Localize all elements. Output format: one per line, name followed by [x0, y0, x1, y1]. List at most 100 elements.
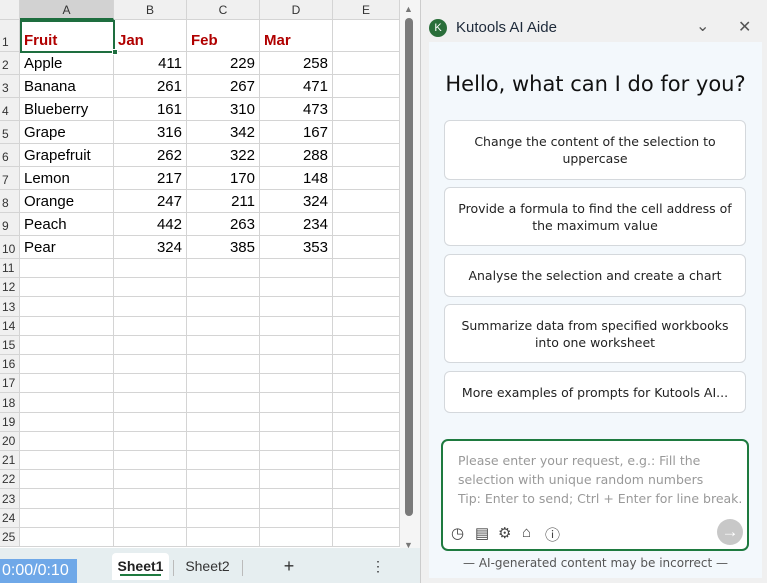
cell[interactable] [260, 259, 333, 279]
row-header[interactable]: 9 [0, 213, 20, 236]
cell[interactable]: 170 [187, 167, 260, 190]
cell[interactable]: Jan [114, 20, 187, 52]
row-header[interactable]: 6 [0, 144, 20, 167]
cell[interactable] [333, 489, 400, 509]
row-header[interactable]: 23 [0, 489, 20, 509]
cell[interactable] [114, 259, 187, 279]
send-button[interactable]: → [717, 519, 743, 545]
cell[interactable] [260, 451, 333, 471]
cell[interactable] [333, 20, 400, 52]
cell[interactable] [187, 431, 260, 451]
column-header-d[interactable]: D [260, 0, 333, 20]
cell[interactable] [333, 213, 400, 236]
cell[interactable]: 288 [260, 144, 333, 167]
row-header[interactable]: 10 [0, 236, 20, 259]
cell[interactable]: Grapefruit [20, 144, 114, 167]
cell[interactable]: 229 [187, 52, 260, 75]
cell[interactable]: 262 [114, 144, 187, 167]
cell[interactable] [20, 508, 114, 528]
cell[interactable] [114, 470, 187, 490]
cell[interactable]: 322 [187, 144, 260, 167]
cell[interactable] [20, 335, 114, 355]
cell[interactable]: 211 [187, 190, 260, 213]
history-icon[interactable]: ◷ [451, 524, 464, 542]
cell[interactable]: 316 [114, 121, 187, 144]
cell[interactable] [20, 316, 114, 336]
cell[interactable] [333, 52, 400, 75]
help-icon[interactable]: ⓘ [545, 524, 560, 545]
row-header[interactable]: 16 [0, 355, 20, 375]
cell[interactable] [20, 451, 114, 471]
cell[interactable] [260, 278, 333, 298]
cell[interactable] [20, 489, 114, 509]
cell[interactable]: Grape [20, 121, 114, 144]
row-header[interactable]: 19 [0, 412, 20, 432]
cell[interactable]: 310 [187, 98, 260, 121]
row-header[interactable]: 25 [0, 527, 20, 547]
cell[interactable] [187, 412, 260, 432]
cell[interactable] [114, 335, 187, 355]
cell[interactable] [333, 98, 400, 121]
cell[interactable] [333, 527, 400, 547]
cell[interactable] [260, 431, 333, 451]
cell[interactable] [333, 508, 400, 528]
row-header[interactable]: 5 [0, 121, 20, 144]
column-header-a[interactable]: A [20, 0, 114, 20]
cell[interactable] [333, 316, 400, 336]
cell[interactable] [333, 451, 400, 471]
cell[interactable] [114, 431, 187, 451]
cell[interactable]: Peach [20, 213, 114, 236]
add-sheet-button[interactable]: + [278, 553, 300, 580]
chevron-down-icon[interactable]: ⌄ [696, 16, 709, 36]
cell[interactable]: 161 [114, 98, 187, 121]
cell[interactable] [260, 508, 333, 528]
cell[interactable]: 167 [260, 121, 333, 144]
row-header[interactable]: 20 [0, 431, 20, 451]
cell[interactable] [20, 393, 114, 413]
row-header[interactable]: 24 [0, 508, 20, 528]
row-header[interactable]: 2 [0, 52, 20, 75]
cell[interactable] [20, 278, 114, 298]
cell[interactable] [333, 259, 400, 279]
cell[interactable] [260, 316, 333, 336]
cell[interactable] [114, 508, 187, 528]
cell[interactable] [333, 393, 400, 413]
archive-icon[interactable]: ▤ [475, 524, 489, 542]
cell[interactable] [333, 374, 400, 394]
cell[interactable]: 442 [114, 213, 187, 236]
cell[interactable] [333, 412, 400, 432]
cell[interactable]: 217 [114, 167, 187, 190]
cell[interactable] [333, 121, 400, 144]
cell[interactable] [114, 451, 187, 471]
row-header[interactable]: 4 [0, 98, 20, 121]
cell[interactable] [114, 393, 187, 413]
cell[interactable] [187, 316, 260, 336]
cell[interactable] [333, 278, 400, 298]
cell[interactable] [260, 335, 333, 355]
scroll-up-icon[interactable]: ▲ [404, 4, 413, 14]
row-header[interactable]: 11 [0, 259, 20, 279]
cell[interactable] [187, 297, 260, 317]
cell[interactable]: Apple [20, 52, 114, 75]
cell[interactable] [114, 527, 187, 547]
cell[interactable] [114, 278, 187, 298]
cell[interactable] [114, 374, 187, 394]
cell[interactable] [260, 393, 333, 413]
cell[interactable] [114, 412, 187, 432]
spreadsheet-grid[interactable]: A B C D E 1 Fruit Jan Feb Mar 2 Apple 411 229 258 3 Bana… [0, 0, 400, 548]
select-all-corner[interactable] [0, 0, 20, 20]
cell[interactable] [114, 355, 187, 375]
fill-handle[interactable] [112, 49, 118, 55]
cell[interactable] [20, 355, 114, 375]
suggestion-summarize[interactable]: Summarize data from specified workbooks … [444, 304, 746, 363]
row-header[interactable]: 13 [0, 297, 20, 317]
column-header-e[interactable]: E [333, 0, 400, 20]
cell[interactable] [333, 431, 400, 451]
cell[interactable]: 411 [114, 52, 187, 75]
suggestion-more-examples[interactable]: More examples of prompts for Kutools AI.… [444, 371, 746, 413]
row-header[interactable]: 3 [0, 75, 20, 98]
cell[interactable]: 385 [187, 236, 260, 259]
row-header[interactable]: 1 [0, 20, 20, 52]
cell[interactable] [187, 259, 260, 279]
cell[interactable] [114, 297, 187, 317]
